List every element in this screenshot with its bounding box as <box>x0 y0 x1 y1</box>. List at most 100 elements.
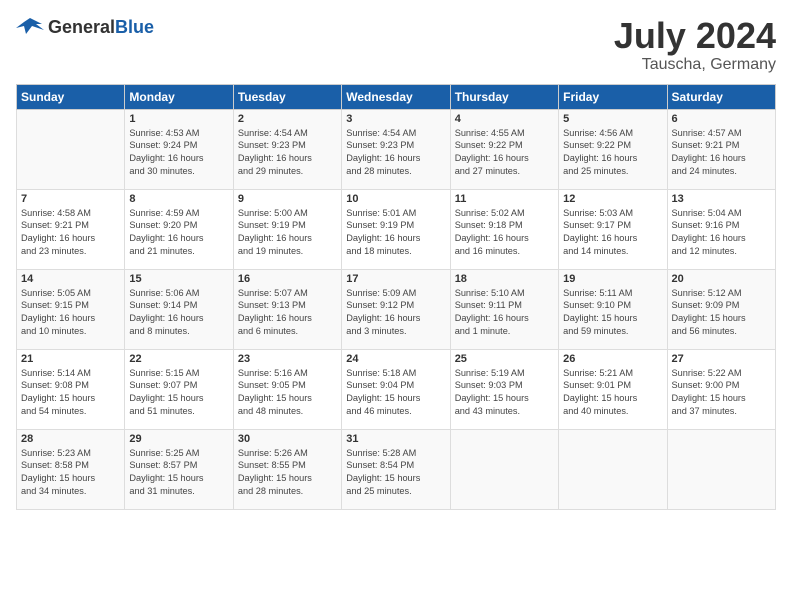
calendar-cell: 10Sunrise: 5:01 AMSunset: 9:19 PMDayligh… <box>342 189 450 269</box>
cell-text: and 46 minutes. <box>346 405 445 418</box>
calendar-cell: 21Sunrise: 5:14 AMSunset: 9:08 PMDayligh… <box>17 349 125 429</box>
cell-text: Daylight: 15 hours <box>672 312 771 325</box>
cell-text: and 6 minutes. <box>238 325 337 338</box>
cell-text: Sunrise: 5:01 AM <box>346 207 445 220</box>
calendar-cell: 27Sunrise: 5:22 AMSunset: 9:00 PMDayligh… <box>667 349 775 429</box>
calendar-cell: 24Sunrise: 5:18 AMSunset: 9:04 PMDayligh… <box>342 349 450 429</box>
cell-text: Daylight: 16 hours <box>455 312 554 325</box>
header-row: Sunday Monday Tuesday Wednesday Thursday… <box>17 84 776 109</box>
cell-text: Daylight: 16 hours <box>238 152 337 165</box>
cell-text: Daylight: 15 hours <box>346 472 445 485</box>
day-number: 29 <box>129 433 228 445</box>
cell-text: Sunrise: 5:28 AM <box>346 447 445 460</box>
cell-text: Daylight: 16 hours <box>563 152 662 165</box>
cell-text: Daylight: 16 hours <box>455 232 554 245</box>
cell-text: and 40 minutes. <box>563 405 662 418</box>
cell-text: Sunrise: 5:23 AM <box>21 447 120 460</box>
day-number: 21 <box>21 353 120 365</box>
cell-text: Sunset: 9:17 PM <box>563 219 662 232</box>
month-title: July 2024 <box>614 16 776 56</box>
cell-text: and 1 minute. <box>455 325 554 338</box>
cell-text: and 27 minutes. <box>455 165 554 178</box>
day-number: 23 <box>238 353 337 365</box>
cell-text: Daylight: 16 hours <box>21 232 120 245</box>
calendar-cell: 4Sunrise: 4:55 AMSunset: 9:22 PMDaylight… <box>450 109 558 189</box>
page-container: GeneralBlue July 2024 Tauscha, Germany S… <box>0 0 792 518</box>
cell-text: Sunrise: 5:19 AM <box>455 367 554 380</box>
day-number: 16 <box>238 273 337 285</box>
day-number: 28 <box>21 433 120 445</box>
cell-text: Daylight: 16 hours <box>129 312 228 325</box>
calendar-cell: 13Sunrise: 5:04 AMSunset: 9:16 PMDayligh… <box>667 189 775 269</box>
day-number: 22 <box>129 353 228 365</box>
calendar-week-3: 14Sunrise: 5:05 AMSunset: 9:15 PMDayligh… <box>17 269 776 349</box>
cell-text: Daylight: 16 hours <box>238 312 337 325</box>
cell-text: and 54 minutes. <box>21 405 120 418</box>
cell-text: Sunrise: 5:06 AM <box>129 287 228 300</box>
day-number: 24 <box>346 353 445 365</box>
cell-text: and 30 minutes. <box>129 165 228 178</box>
cell-text: Sunrise: 5:15 AM <box>129 367 228 380</box>
cell-text: Sunrise: 5:12 AM <box>672 287 771 300</box>
cell-text: Sunset: 9:00 PM <box>672 379 771 392</box>
day-number: 26 <box>563 353 662 365</box>
cell-text: and 31 minutes. <box>129 485 228 498</box>
cell-text: Sunset: 8:54 PM <box>346 459 445 472</box>
cell-text: Sunset: 9:05 PM <box>238 379 337 392</box>
cell-text: Sunset: 9:12 PM <box>346 299 445 312</box>
day-number: 10 <box>346 193 445 205</box>
calendar-cell: 11Sunrise: 5:02 AMSunset: 9:18 PMDayligh… <box>450 189 558 269</box>
col-wednesday: Wednesday <box>342 84 450 109</box>
cell-text: Sunset: 9:10 PM <box>563 299 662 312</box>
cell-text: Daylight: 16 hours <box>346 312 445 325</box>
logo-bird-icon <box>16 16 44 38</box>
calendar-cell: 7Sunrise: 4:58 AMSunset: 9:21 PMDaylight… <box>17 189 125 269</box>
title-block: July 2024 Tauscha, Germany <box>614 16 776 74</box>
cell-text: Sunrise: 5:04 AM <box>672 207 771 220</box>
calendar-cell: 6Sunrise: 4:57 AMSunset: 9:21 PMDaylight… <box>667 109 775 189</box>
calendar-cell: 14Sunrise: 5:05 AMSunset: 9:15 PMDayligh… <box>17 269 125 349</box>
cell-text: and 48 minutes. <box>238 405 337 418</box>
day-number: 12 <box>563 193 662 205</box>
day-number: 30 <box>238 433 337 445</box>
cell-text: Sunset: 9:07 PM <box>129 379 228 392</box>
calendar-week-2: 7Sunrise: 4:58 AMSunset: 9:21 PMDaylight… <box>17 189 776 269</box>
cell-text: Sunrise: 4:59 AM <box>129 207 228 220</box>
cell-text: Daylight: 15 hours <box>346 392 445 405</box>
cell-text: Daylight: 15 hours <box>672 392 771 405</box>
cell-text: Sunset: 9:21 PM <box>21 219 120 232</box>
cell-text: Sunrise: 5:16 AM <box>238 367 337 380</box>
cell-text: Daylight: 15 hours <box>21 472 120 485</box>
cell-text: Sunset: 9:24 PM <box>129 139 228 152</box>
cell-text: and 25 minutes. <box>563 165 662 178</box>
day-number: 7 <box>21 193 120 205</box>
col-sunday: Sunday <box>17 84 125 109</box>
cell-text: and 16 minutes. <box>455 245 554 258</box>
cell-text: Sunrise: 5:25 AM <box>129 447 228 460</box>
cell-text: Sunrise: 5:10 AM <box>455 287 554 300</box>
calendar-cell <box>667 429 775 509</box>
calendar-cell: 25Sunrise: 5:19 AMSunset: 9:03 PMDayligh… <box>450 349 558 429</box>
cell-text: Sunrise: 4:53 AM <box>129 127 228 140</box>
cell-text: Sunset: 9:21 PM <box>672 139 771 152</box>
calendar-cell: 23Sunrise: 5:16 AMSunset: 9:05 PMDayligh… <box>233 349 341 429</box>
cell-text: Sunrise: 4:54 AM <box>238 127 337 140</box>
calendar-cell: 2Sunrise: 4:54 AMSunset: 9:23 PMDaylight… <box>233 109 341 189</box>
day-number: 4 <box>455 113 554 125</box>
cell-text: and 25 minutes. <box>346 485 445 498</box>
day-number: 14 <box>21 273 120 285</box>
cell-text: and 14 minutes. <box>563 245 662 258</box>
cell-text: Sunset: 9:19 PM <box>238 219 337 232</box>
cell-text: Sunset: 8:58 PM <box>21 459 120 472</box>
day-number: 6 <box>672 113 771 125</box>
cell-text: and 37 minutes. <box>672 405 771 418</box>
cell-text: Sunset: 9:20 PM <box>129 219 228 232</box>
day-number: 15 <box>129 273 228 285</box>
cell-text: and 28 minutes. <box>346 165 445 178</box>
calendar-cell: 17Sunrise: 5:09 AMSunset: 9:12 PMDayligh… <box>342 269 450 349</box>
col-tuesday: Tuesday <box>233 84 341 109</box>
cell-text: Sunrise: 4:55 AM <box>455 127 554 140</box>
col-monday: Monday <box>125 84 233 109</box>
cell-text: Sunset: 9:23 PM <box>238 139 337 152</box>
cell-text: and 8 minutes. <box>129 325 228 338</box>
